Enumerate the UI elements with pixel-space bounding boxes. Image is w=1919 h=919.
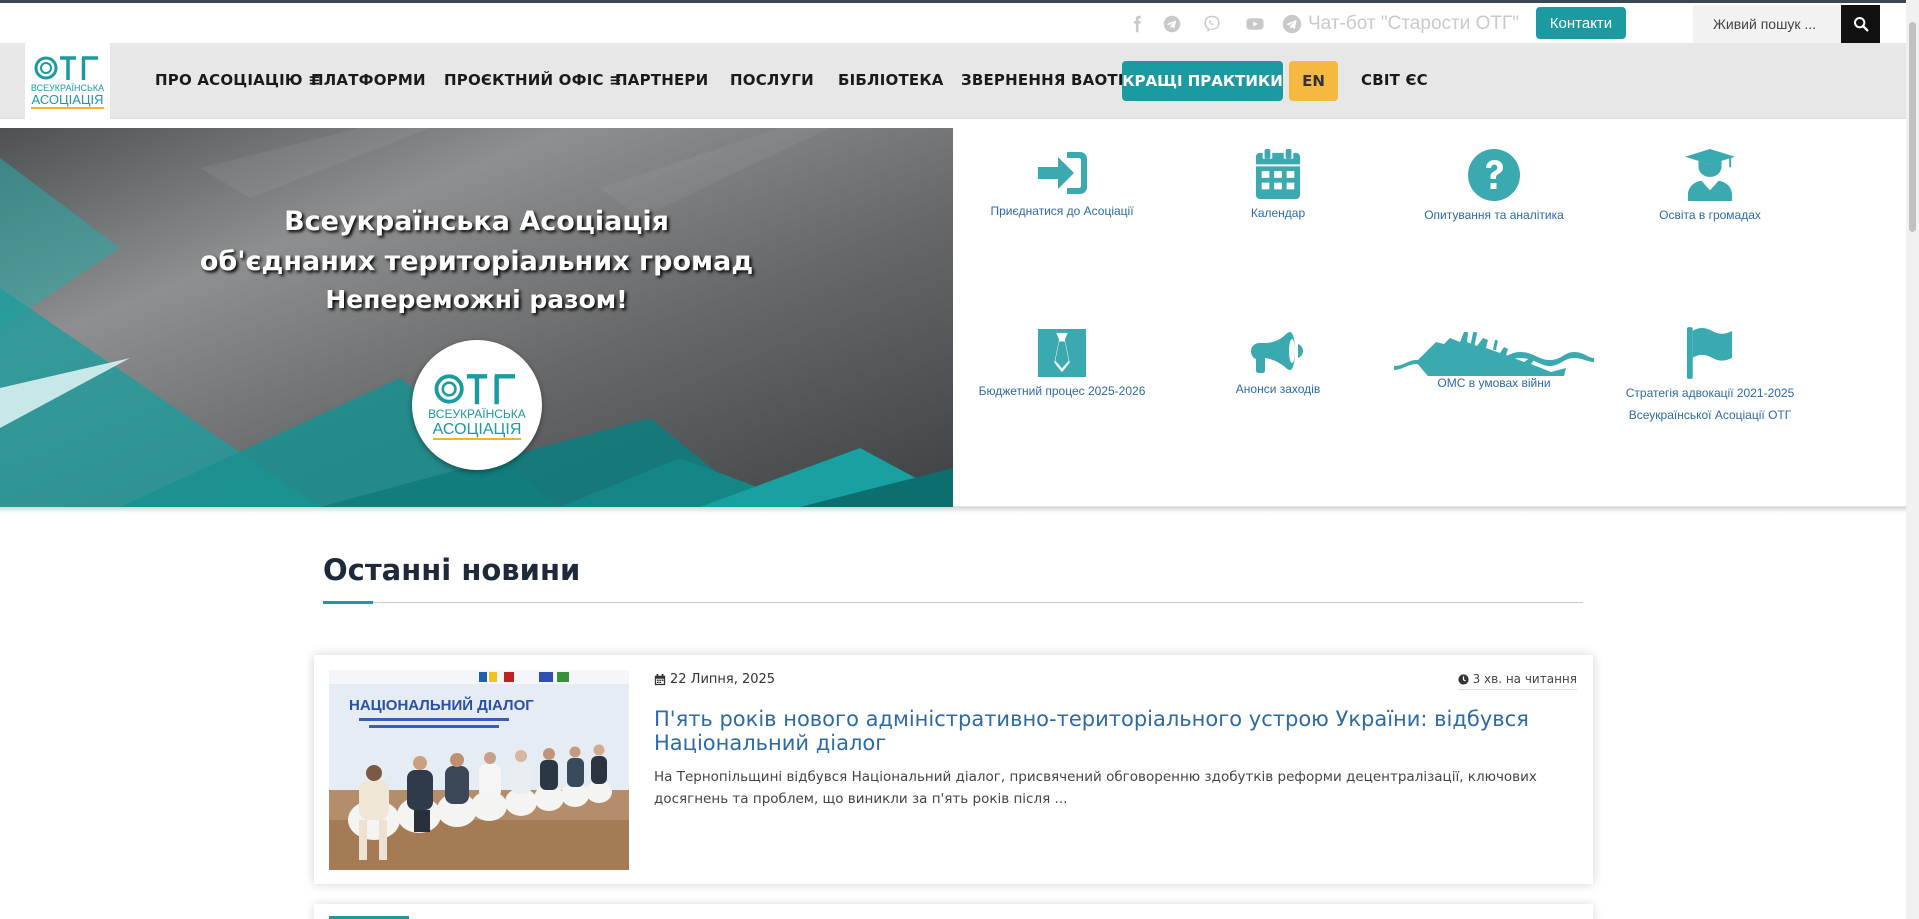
otg-logo-mark xyxy=(434,374,515,405)
quick-link-budget[interactable]: Бюджетний процес 2025-2026 xyxy=(954,328,1170,402)
flag-icon xyxy=(1686,327,1733,379)
hero-logo-line2: АСОЦІАЦІЯ xyxy=(432,421,522,440)
quick-link-label: Стратегія адвокації 2021-2025 Всеукраїнс… xyxy=(1626,382,1795,426)
nav-item-eu-world[interactable]: СВІТ ЄС xyxy=(1361,71,1428,91)
question-circle-icon xyxy=(1468,149,1520,201)
quick-link-advocacy-strategy[interactable]: Стратегія адвокації 2021-2025 Всеукраїнс… xyxy=(1602,326,1818,426)
news-heading-rule xyxy=(323,602,1583,603)
youtube-icon[interactable] xyxy=(1243,14,1267,34)
site-logo[interactable]: ВСЕУКРАЇНСЬКА АСОЦІАЦІЯ xyxy=(25,43,110,119)
nav-item-partners[interactable]: ПАРТНЕРИ xyxy=(615,71,708,91)
nav-item-about[interactable]: ПРО АСОЦІАЦІЮ ≡ xyxy=(155,71,321,91)
news-card-image[interactable]: НАЦІОНАЛЬНИЙ ДІАЛОГ xyxy=(329,670,629,870)
news-card[interactable] xyxy=(314,904,1593,919)
search-button[interactable] xyxy=(1841,5,1880,43)
quick-link-calendar[interactable]: Календар xyxy=(1170,148,1386,224)
sinking-ship-icon xyxy=(1394,331,1594,376)
hero-title-line1: Всеукраїнська Асоціація xyxy=(284,206,669,237)
quick-link-label-line2: Всеукраїнської Асоціації ОТГ xyxy=(1628,408,1792,422)
facebook-icon[interactable] xyxy=(1127,14,1147,34)
event-photo: НАЦІОНАЛЬНИЙ ДІАЛОГ xyxy=(329,670,629,870)
main-nav: ВСЕУКРАЇНСЬКА АСОЦІАЦІЯ ПРО АСОЦІАЦІЮ ≡ … xyxy=(0,43,1906,119)
hero-shadow xyxy=(0,507,1906,513)
tie-icon xyxy=(1038,329,1086,377)
hero-slogan: Непереможні разом! xyxy=(325,285,628,314)
clock-icon xyxy=(1457,673,1469,685)
news-card-read-time: 3 хв. на читання xyxy=(1457,672,1577,690)
quick-link-label: Календар xyxy=(1250,206,1306,220)
nav-item-services[interactable]: ПОСЛУГИ xyxy=(730,71,814,91)
telegram-icon xyxy=(1282,14,1302,34)
news-card[interactable]: НАЦІОНАЛЬНИЙ ДІАЛОГ 22 Липня, 2025 3 хв.… xyxy=(314,655,1593,884)
chatbot-link[interactable]: Чат-бот "Старости ОТГ" xyxy=(1282,13,1519,35)
top-bar: Чат-бот "Старости ОТГ" Контакти xyxy=(0,3,1906,43)
quick-link-label: Освіта в громадах xyxy=(1659,208,1761,222)
quick-link-label: Опитування та аналітика xyxy=(1424,208,1564,222)
quick-link-education[interactable]: Освіта в громадах xyxy=(1602,148,1818,226)
news-section-heading: Останні новини xyxy=(323,553,581,587)
hero-logo: ВСЕУКРАЇНСЬКА АСОЦІАЦІЯ xyxy=(412,340,542,470)
hero-title-line2: об'єднаних територіальних громад xyxy=(199,246,754,277)
chatbot-label: Чат-бот "Старости ОТГ" xyxy=(1308,13,1520,34)
news-card-date: 22 Липня, 2025 xyxy=(654,672,775,687)
megaphone-icon xyxy=(1251,332,1303,373)
best-practices-button[interactable]: КРАЩІ ПРАКТИКИ xyxy=(1122,61,1283,101)
hero-title: Всеукраїнська Асоціація об'єднаних терит… xyxy=(0,202,953,282)
news-card-read-time-text: 3 хв. на читання xyxy=(1472,672,1577,686)
viber-icon[interactable] xyxy=(1202,14,1222,34)
nav-item-appeals[interactable]: ЗВЕРНЕННЯ ВАОТГ xyxy=(961,71,1128,91)
quick-links-panel: Приєднатися до Асоціації Календар Опитув… xyxy=(953,128,1906,507)
quick-link-label: ОМС в умовах війни xyxy=(1437,376,1551,390)
news-card-excerpt: На Тернопільщині відбувся Національний д… xyxy=(654,769,1537,807)
hero-banner: Всеукраїнська Асоціація об'єднаних терит… xyxy=(0,128,953,507)
quick-link-join[interactable]: Приєднатися до Асоціації xyxy=(954,148,1170,222)
telegram-icon[interactable] xyxy=(1162,14,1182,34)
quick-link-label: Анонси заходів xyxy=(1235,382,1321,396)
scrollbar-thumb[interactable] xyxy=(1909,22,1916,232)
live-search-input[interactable] xyxy=(1693,5,1841,43)
calendar-icon xyxy=(654,673,666,685)
search-icon xyxy=(1853,17,1868,32)
nav-item-library[interactable]: БІБЛІОТЕКА xyxy=(838,71,944,91)
news-card-date-text: 22 Липня, 2025 xyxy=(670,672,776,687)
news-card-title[interactable]: П'ять років нового адміністративно-терит… xyxy=(654,707,1574,755)
quick-link-label: Бюджетний процес 2025-2026 xyxy=(978,384,1146,398)
quick-link-label-line1: Стратегія адвокації 2021-2025 xyxy=(1625,386,1795,400)
quick-link-events[interactable]: Анонси заходів xyxy=(1170,330,1386,400)
nav-item-platforms[interactable]: ПЛАТФОРМИ xyxy=(311,71,426,91)
photo-banner-text: НАЦІОНАЛЬНИЙ ДІАЛОГ xyxy=(349,696,534,714)
language-en-button[interactable]: EN xyxy=(1289,61,1338,101)
nav-item-project-office[interactable]: ПРОЄКТНИЙ ОФІС ≡ xyxy=(444,71,622,91)
quick-link-surveys[interactable]: Опитування та аналітика xyxy=(1386,148,1602,226)
hero-logo-line1: ВСЕУКРАЇНСЬКА xyxy=(428,407,526,421)
otg-logo-mark xyxy=(34,56,98,80)
graduate-icon xyxy=(1685,149,1735,201)
news-heading-accent xyxy=(323,601,373,604)
sign-in-icon xyxy=(1038,152,1087,194)
contacts-button[interactable]: Контакти xyxy=(1536,7,1626,39)
calendar-icon xyxy=(1255,149,1301,199)
logo-line2: АСОЦІАЦІЯ xyxy=(31,92,104,109)
quick-link-label: Приєднатися до Асоціації xyxy=(990,204,1134,218)
page: Чат-бот "Старости ОТГ" Контакти ВСЕУКРАЇ… xyxy=(0,0,1919,919)
quick-link-war-oms[interactable]: ОМС в умовах війни xyxy=(1386,328,1602,394)
